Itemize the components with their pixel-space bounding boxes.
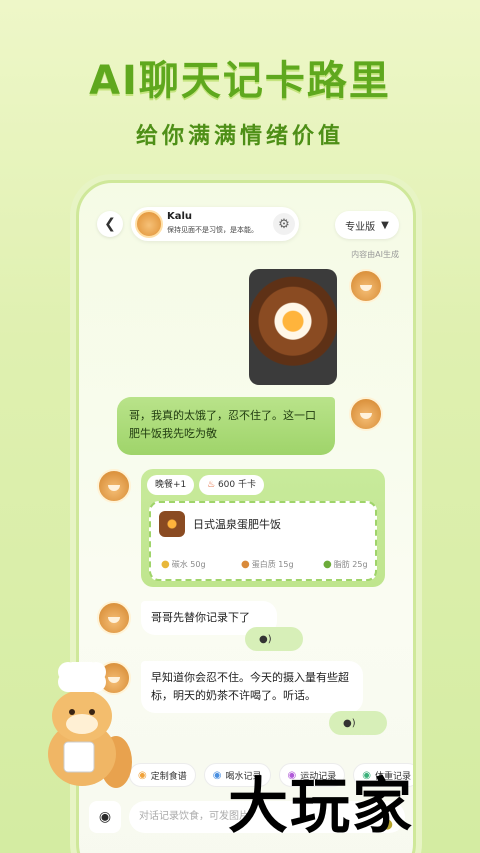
mascot-illustration <box>48 662 132 788</box>
dish-thumbnail <box>159 511 185 537</box>
water-icon: ◉ <box>212 769 222 781</box>
carb-icon: ● <box>161 559 170 570</box>
quick-action-label: 定制食谱 <box>150 771 187 782</box>
caret-down-icon: ▼ <box>381 219 389 231</box>
bot-avatar <box>97 469 131 503</box>
avatar <box>135 210 163 238</box>
meal-detail: 日式温泉蛋肥牛饭 ● 碳水 50g ● 蛋白质 15g ● 脂肪 25g <box>149 501 377 581</box>
ai-generated-note: 内容由AI生成 <box>351 250 399 259</box>
bot-avatar <box>97 601 131 635</box>
voice-play-button[interactable]: ●) <box>329 711 387 735</box>
user-avatar <box>349 269 383 303</box>
camera-icon: ◉ <box>98 809 112 825</box>
plan-dropdown[interactable]: 专业版 ▼ <box>335 211 399 239</box>
meal-record-card[interactable]: 晚餐+1 ♨ 600 千卡 日式温泉蛋肥牛饭 ● 碳水 50g ● 蛋白质 15g … <box>141 469 385 587</box>
fat-value: ● 脂肪 25g <box>323 559 368 570</box>
bot-profile-card[interactable]: Kalu 保持见面不是习惯，是本能。 ⚙ <box>131 207 299 241</box>
audio-wave-icon: ●) <box>343 717 356 729</box>
fat-label: 脂肪 25g <box>333 560 368 569</box>
user-message: 哥，我真的太饿了，忍不住了。这一口肥牛饭我先吃为敬 <box>117 397 335 455</box>
audio-wave-icon: ●) <box>259 633 272 645</box>
fire-icon: ♨ <box>207 480 216 490</box>
protein-value: ● 蛋白质 15g <box>241 559 294 570</box>
hero-subtitle: 给你满满情绪价值 <box>135 124 344 149</box>
bot-bio: 保持见面不是习惯，是本能。 <box>167 226 258 234</box>
quick-action-recipe[interactable]: ◉ 定制食谱 <box>129 763 196 787</box>
food-photo[interactable] <box>249 269 337 385</box>
gear-icon: ⚙ <box>278 216 290 232</box>
voice-play-button[interactable]: ●) <box>245 627 303 651</box>
user-avatar <box>349 397 383 431</box>
bot-message: 早知道你会忍不住。今天的摄入量有些超标，明天的奶茶不许喝了。听话。 <box>141 661 363 713</box>
plan-label: 专业版 <box>345 221 376 233</box>
bot-name: Kalu <box>167 211 193 222</box>
chevron-left-icon: ❮ <box>104 216 116 232</box>
recipe-icon: ◉ <box>138 769 147 781</box>
camera-button[interactable]: ◉ <box>89 801 121 833</box>
back-button[interactable]: ❮ <box>97 211 123 237</box>
watermark: 大玩家 <box>228 772 414 842</box>
carb-label: 碳水 50g <box>171 560 206 569</box>
protein-icon: ● <box>241 559 250 570</box>
kcal-value: 600 千卡 <box>217 480 256 490</box>
fat-icon: ● <box>323 559 332 570</box>
dish-name: 日式温泉蛋肥牛饭 <box>193 518 281 531</box>
protein-label: 蛋白质 15g <box>251 560 294 569</box>
meal-tag: 晚餐+1 <box>147 475 195 495</box>
carb-value: ● 碳水 50g <box>161 559 206 570</box>
hero-title: AI聊天记卡路里 <box>89 58 391 104</box>
settings-button[interactable]: ⚙ <box>273 213 295 235</box>
kcal-badge: ♨ 600 千卡 <box>199 475 264 495</box>
